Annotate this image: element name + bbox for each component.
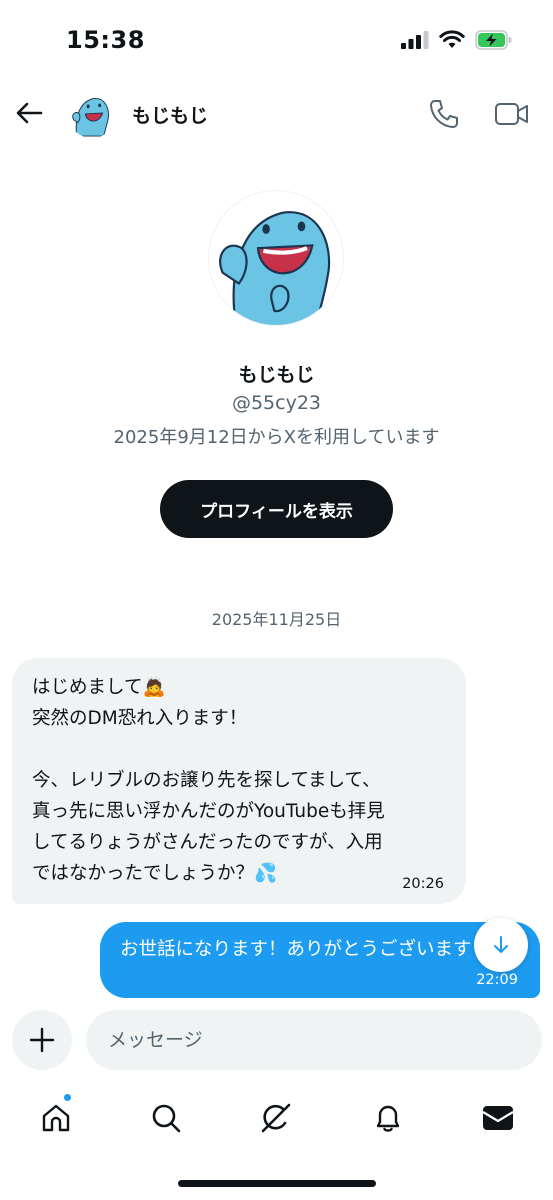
status-icons xyxy=(401,30,513,50)
sent-message-bubble[interactable]: お世話になります！ありがとうございます 22:09 xyxy=(100,922,540,998)
nav-messages[interactable] xyxy=(480,1100,516,1136)
message-line: 真っ先に思い浮かんだのがYouTubeも拝見 xyxy=(32,801,385,822)
header-avatar[interactable] xyxy=(68,90,116,138)
status-time: 15:38 xyxy=(66,26,145,54)
message-line: 突然のDM恐れ入ります！ xyxy=(32,708,248,729)
back-arrow-icon xyxy=(16,102,43,124)
home-indicator xyxy=(178,1180,376,1187)
phone-icon xyxy=(430,100,458,128)
back-button[interactable] xyxy=(12,96,46,130)
search-icon xyxy=(152,1104,181,1133)
conversation-header: もじもじ xyxy=(0,82,553,148)
scroll-to-bottom-button[interactable] xyxy=(474,918,528,972)
arrow-down-icon xyxy=(494,936,508,953)
header-name[interactable]: もじもじ xyxy=(132,101,208,128)
grok-icon xyxy=(261,1103,291,1133)
signal-icon xyxy=(401,31,429,49)
battery-charging-icon xyxy=(475,30,512,50)
video-camera-icon xyxy=(495,103,528,125)
video-call-button[interactable] xyxy=(494,98,530,130)
character-avatar-icon xyxy=(209,191,343,325)
message-timestamp: 20:26 xyxy=(402,876,444,892)
message-timestamp: 22:09 xyxy=(476,972,518,988)
wifi-icon xyxy=(439,30,465,48)
view-profile-button[interactable]: プロフィールを表示 xyxy=(160,480,393,538)
status-bar: 15:38 xyxy=(0,0,553,80)
profile-joined-date: 2025年9月12日からXを利用しています xyxy=(113,427,440,448)
messages-envelope-icon xyxy=(482,1106,514,1130)
date-separator: 2025年11月25日 xyxy=(211,610,342,629)
message-line: してるりょうがさんだったのですが、入用 xyxy=(32,832,383,853)
message-line xyxy=(32,734,446,765)
nav-home[interactable] xyxy=(38,1100,74,1136)
received-message-bubble[interactable]: はじめまして🙇 突然のDM恐れ入ります！ 今、レリブルのお譲り先を探してまして、… xyxy=(12,658,466,904)
message-line: 今、レリブルのお譲り先を探してまして、 xyxy=(32,770,381,791)
home-icon xyxy=(42,1104,70,1132)
message-line: はじめまして🙇 xyxy=(32,677,166,698)
nav-grok[interactable] xyxy=(258,1100,294,1136)
nav-notifications[interactable] xyxy=(370,1100,406,1136)
bottom-navigation xyxy=(0,1090,553,1146)
nav-search[interactable] xyxy=(148,1100,184,1136)
message-text: お世話になります！ありがとうございます xyxy=(120,939,472,960)
add-attachment-button[interactable] xyxy=(12,1010,72,1070)
profile-avatar[interactable] xyxy=(208,190,344,326)
call-button[interactable] xyxy=(428,98,460,130)
home-notification-badge xyxy=(63,1093,72,1102)
character-avatar-icon xyxy=(68,90,116,138)
message-line: ではなかったでしょうか？💦 xyxy=(32,863,278,884)
plus-icon xyxy=(29,1027,55,1053)
notifications-bell-icon xyxy=(376,1105,400,1132)
profile-name: もじもじ xyxy=(238,364,315,386)
profile-handle: @55cy23 xyxy=(231,392,322,414)
message-input[interactable] xyxy=(86,1010,542,1070)
